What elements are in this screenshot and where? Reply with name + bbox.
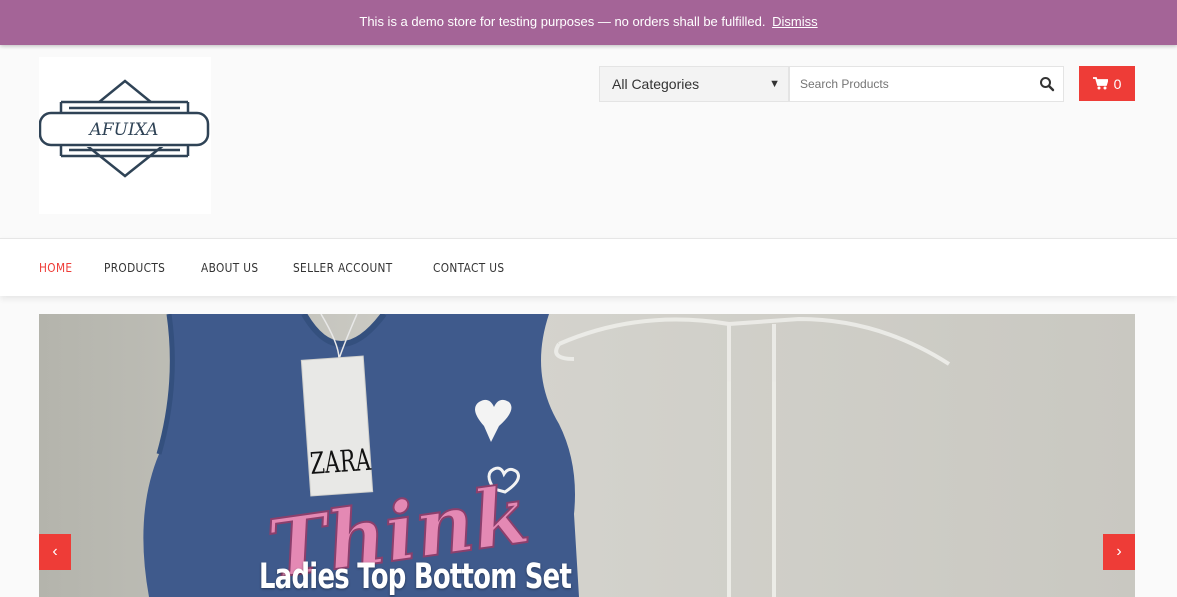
logo-text: AFUIXA (88, 120, 159, 140)
hero-caption: Ladies Top Bottom Set (259, 557, 572, 597)
tag-brand-text: ZARA (309, 443, 372, 482)
chevron-left-icon: ‹ (52, 543, 58, 560)
nav-item-products[interactable]: PRODUCTS (104, 261, 165, 275)
hero-slider: ZARA Think Ladies Top Bottom Set ‹ › (39, 314, 1135, 597)
chevron-down-icon: ▼ (769, 78, 780, 90)
site-logo[interactable]: AFUIXA (39, 57, 211, 214)
nav-item-home[interactable]: HOME (39, 261, 72, 275)
search-field[interactable] (789, 66, 1064, 102)
search-input[interactable] (790, 67, 1020, 101)
category-selected-value: All Categories (612, 76, 700, 92)
demo-notice-text: This is a demo store for testing purpose… (359, 14, 766, 29)
search-icon[interactable] (1039, 76, 1055, 92)
hero-slide-image: ZARA Think (39, 314, 1135, 597)
nav-item-about-us[interactable]: ABOUT US (201, 261, 258, 275)
cart-button[interactable]: 0 (1079, 66, 1135, 101)
nav-item-contact-us[interactable]: CONTACT US (433, 261, 504, 275)
demo-store-notice: This is a demo store for testing purpose… (0, 0, 1177, 45)
cart-icon (1092, 77, 1108, 90)
cart-count: 0 (1113, 75, 1122, 92)
main-navigation: HOME PRODUCTS ABOUT US SELLER ACCOUNT CO… (0, 238, 1177, 296)
nav-item-seller-account[interactable]: SELLER ACCOUNT (293, 261, 393, 275)
dismiss-link[interactable]: Dismiss (772, 14, 818, 29)
logo-emblem: AFUIXA (39, 79, 210, 178)
category-select[interactable]: All Categories ▼ (599, 66, 789, 102)
slider-prev-button[interactable]: ‹ (39, 534, 71, 570)
chevron-right-icon: › (1116, 543, 1122, 560)
slider-next-button[interactable]: › (1103, 534, 1135, 570)
